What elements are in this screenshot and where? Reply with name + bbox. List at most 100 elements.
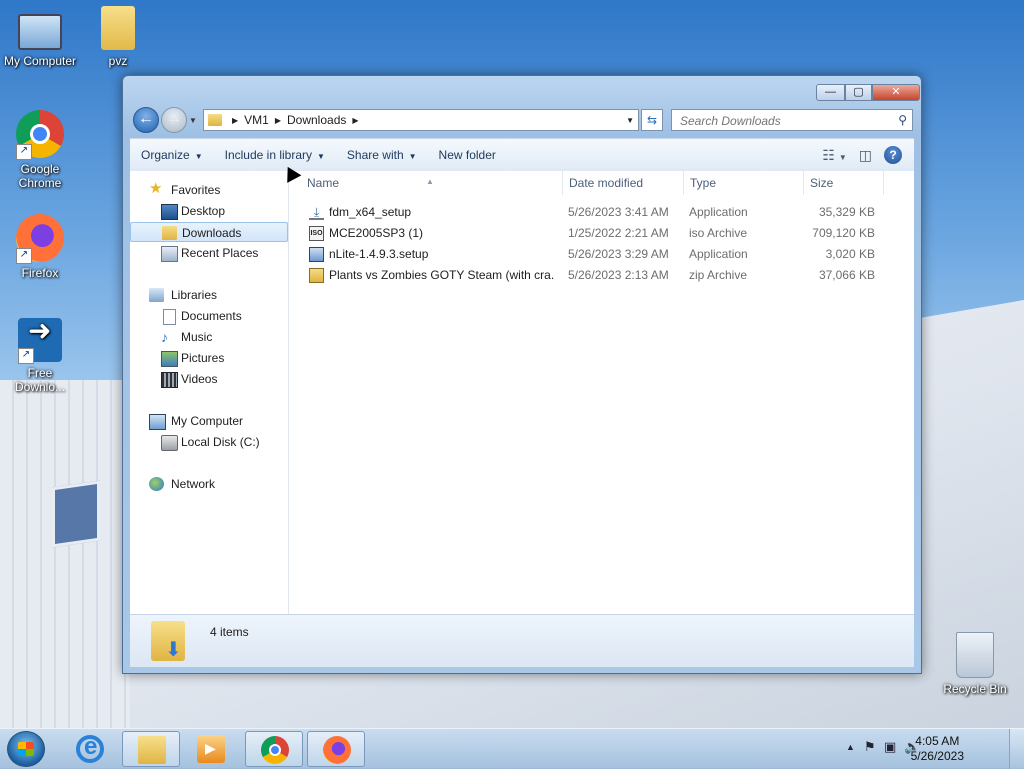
column-header-name[interactable]: Name ▲ <box>289 171 563 195</box>
sort-arrow-icon: ▲ <box>426 177 434 186</box>
taskbar-internet-explorer[interactable] <box>61 731 119 767</box>
breadcrumb-separator-icon[interactable]: ▶ <box>275 116 281 125</box>
minimize-button[interactable]: — <box>816 84 845 101</box>
navigation-bar: ← → ▼ ▶ VM1 ▶ Downloads ▶ ▼ ⇆ ⚲ <box>131 106 913 136</box>
taskbar-firefox[interactable] <box>307 731 365 767</box>
recent-pages-dropdown[interactable]: ▼ <box>189 116 197 125</box>
file-row[interactable]: Plants vs Zombies GOTY Steam (with cra..… <box>289 265 914 286</box>
taskbar-windows-explorer[interactable] <box>122 731 180 767</box>
firefox-icon <box>323 736 351 764</box>
clock[interactable]: 4:05 AM 5/26/2023 <box>911 734 964 764</box>
nav-item-label: Pictures <box>181 351 225 365</box>
refresh-button[interactable]: ⇆ <box>641 109 663 131</box>
preview-pane-icon[interactable]: ◫ <box>859 147 872 164</box>
nav-item-label: Local Disk (C:) <box>181 435 260 449</box>
file-type: iso Archive <box>689 226 748 240</box>
show-desktop-button[interactable] <box>1009 729 1024 769</box>
videos-icon <box>161 372 178 388</box>
search-icon[interactable]: ⚲ <box>898 113 907 127</box>
desktop-icon-google-chrome[interactable]: ↗ Google Chrome <box>0 110 80 190</box>
computer-icon <box>18 14 62 50</box>
nav-item-music[interactable]: ♪ Music <box>130 327 288 347</box>
desktop-icon-free-download-manager[interactable]: ↗ Free Downlo... <box>0 318 80 394</box>
close-button[interactable]: ✕ <box>872 84 920 101</box>
organize-label: Organize <box>141 148 190 162</box>
column-header-date[interactable]: Date modified <box>563 171 684 195</box>
view-options-icon[interactable]: ☷ ▼ <box>822 147 846 164</box>
nav-item-desktop[interactable]: Desktop <box>130 201 288 221</box>
shortcut-arrow-icon: ↗ <box>16 144 32 160</box>
organize-button[interactable]: Organize ▼ <box>130 148 214 162</box>
file-row[interactable]: ISO MCE2005SP3 (1) 1/25/2022 2:21 AM iso… <box>289 223 914 244</box>
back-button[interactable]: ← <box>133 107 159 133</box>
start-button[interactable] <box>7 731 45 767</box>
forward-button[interactable]: → <box>161 107 187 133</box>
action-center-flag-icon[interactable]: ⚑ <box>864 739 876 755</box>
desktop-icon-pvz[interactable]: pvz <box>78 6 158 68</box>
file-type: Application <box>689 205 748 219</box>
search-input[interactable] <box>678 111 892 131</box>
desktop-icon-recycle-bin[interactable]: Recycle Bin <box>935 632 1015 696</box>
share-with-label: Share with <box>346 148 404 162</box>
column-header-size[interactable]: Size <box>804 171 884 195</box>
desktop-icon-my-computer[interactable]: My Computer <box>0 8 80 68</box>
nav-item-videos[interactable]: Videos <box>130 369 288 389</box>
nav-item-network[interactable]: Network <box>130 474 288 494</box>
computer-icon <box>149 414 166 430</box>
shortcut-arrow-icon: ↗ <box>18 348 34 364</box>
nav-item-documents[interactable]: Documents <box>130 306 288 326</box>
breadcrumb-separator-icon[interactable]: ▶ <box>232 116 238 125</box>
file-size: 35,329 KB <box>818 205 875 219</box>
nav-item-downloads[interactable]: Downloads <box>130 222 288 242</box>
system-tray: ▲ ⚑ ▣ 🔈 4:05 AM 5/26/2023 <box>824 729 1024 769</box>
breadcrumb-vm1[interactable]: VM1 <box>244 113 269 127</box>
file-date: 1/25/2022 2:21 AM <box>568 226 669 240</box>
content-area: ★ Favorites Desktop Downloads Recent Pla… <box>130 171 914 614</box>
desktop-icon <box>161 204 178 220</box>
explorer-window[interactable]: — ▢ ✕ ← → ▼ ▶ VM1 ▶ Downloads ▶ ▼ ⇆ ⚲ Or… <box>122 75 922 674</box>
nav-item-local-disk[interactable]: Local Disk (C:) <box>130 432 288 452</box>
forward-arrow-icon: → <box>166 110 182 127</box>
folder-icon <box>101 6 135 50</box>
nav-item-label: Favorites <box>171 183 221 197</box>
navigation-pane: ★ Favorites Desktop Downloads Recent Pla… <box>130 171 289 614</box>
new-folder-button[interactable]: New folder <box>428 148 507 162</box>
file-name: MCE2005SP3 (1) <box>329 226 424 240</box>
music-icon: ♪ <box>161 329 168 345</box>
taskbar-google-chrome[interactable] <box>245 731 303 767</box>
show-hidden-icons-icon[interactable]: ▲ <box>846 742 855 752</box>
desktop-wallpaper-window <box>52 480 100 548</box>
file-date: 5/26/2023 3:41 AM <box>568 205 669 219</box>
file-date: 5/26/2023 2:13 AM <box>568 268 669 282</box>
desktop-icon-firefox[interactable]: ↗ Firefox <box>0 214 80 280</box>
file-list[interactable]: Name ▲ Date modified Type Size ⤓ fdm_x64… <box>289 171 914 614</box>
desktop-wallpaper-building <box>0 380 130 740</box>
nav-item-favorites[interactable]: ★ Favorites <box>130 180 288 200</box>
file-row[interactable]: nLite-1.4.9.3.setup 5/26/2023 3:29 AM Ap… <box>289 244 914 265</box>
clock-time: 4:05 AM <box>915 734 960 748</box>
maximize-button[interactable]: ▢ <box>845 84 872 101</box>
include-in-library-button[interactable]: Include in library ▼ <box>214 148 336 162</box>
file-row[interactable]: ⤓ fdm_x64_setup 5/26/2023 3:41 AM Applic… <box>289 202 914 223</box>
taskbar-media-player[interactable] <box>182 731 240 767</box>
nav-item-pictures[interactable]: Pictures <box>130 348 288 368</box>
desktop-icon-label: pvz <box>108 54 128 68</box>
installer-icon: ⤓ <box>309 205 324 220</box>
item-count: 4 items <box>210 625 249 639</box>
breadcrumb-downloads[interactable]: Downloads <box>287 113 346 127</box>
search-box[interactable]: ⚲ <box>671 109 913 131</box>
network-icon[interactable]: ▣ <box>884 739 896 755</box>
address-dropdown-icon[interactable]: ▼ <box>626 116 634 125</box>
share-with-button[interactable]: Share with ▼ <box>336 148 428 162</box>
nav-item-label: Downloads <box>182 226 242 240</box>
column-header-type[interactable]: Type <box>684 171 804 195</box>
help-icon[interactable]: ? <box>884 146 902 164</box>
address-bar[interactable]: ▶ VM1 ▶ Downloads ▶ ▼ <box>203 109 639 131</box>
nav-item-libraries[interactable]: Libraries <box>130 285 288 305</box>
nav-item-my-computer[interactable]: My Computer <box>130 411 288 431</box>
chrome-icon <box>261 736 289 764</box>
breadcrumb-separator-icon[interactable]: ▶ <box>352 116 358 125</box>
command-bar: Organize ▼ Include in library ▼ Share with… <box>130 138 914 171</box>
nav-item-recent-places[interactable]: Recent Places <box>130 243 288 263</box>
chevron-down-icon: ▼ <box>194 152 203 161</box>
